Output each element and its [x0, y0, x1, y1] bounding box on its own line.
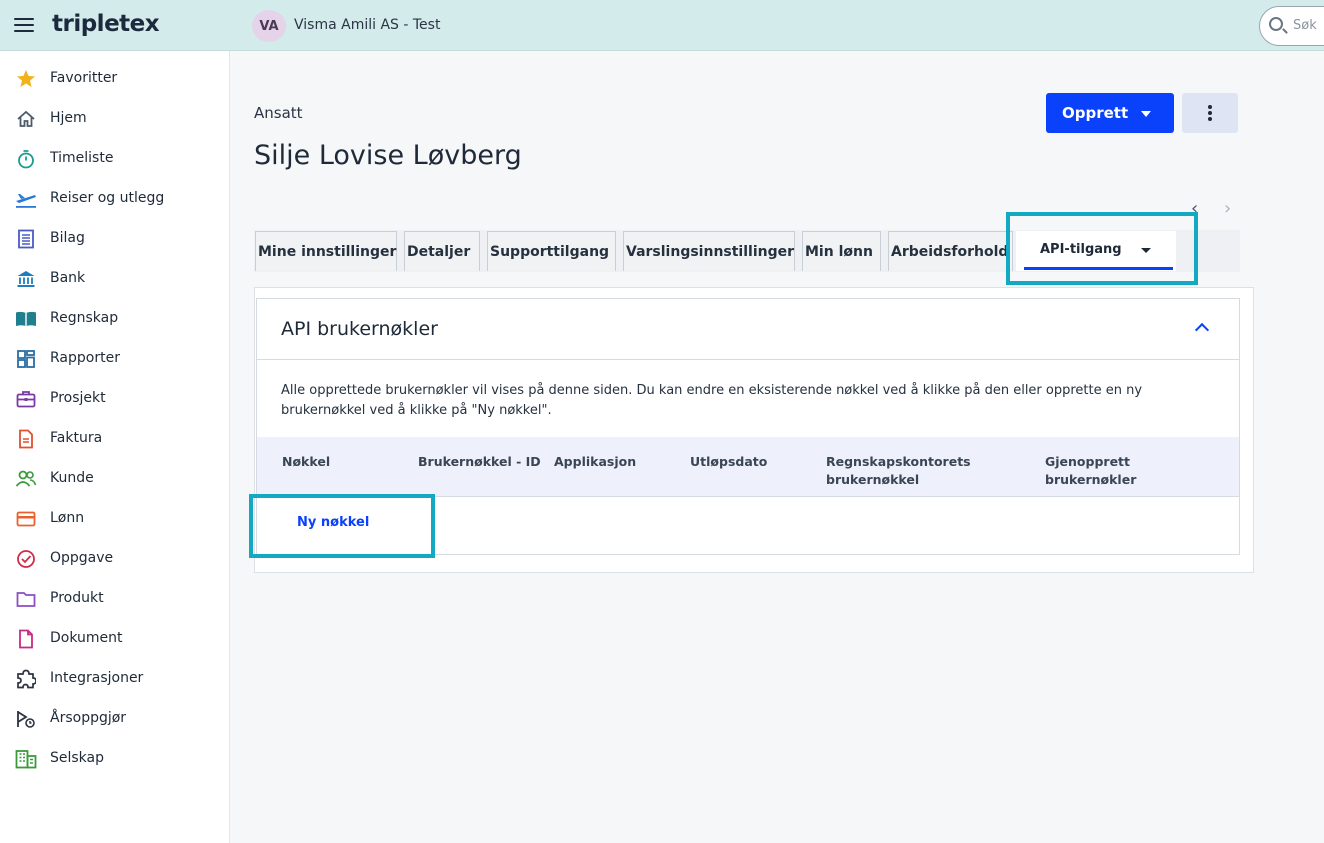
sidebar-item-reiser-og-utlegg[interactable]: Reiser og utlegg	[0, 179, 229, 219]
page-title: Silje Lovise Løvberg	[254, 140, 522, 171]
sidebar-item-oppgave[interactable]: Oppgave	[0, 539, 229, 579]
divider	[257, 359, 1239, 360]
top-bar: tripletex VA Visma Amili AS - Test Søk	[0, 0, 1324, 51]
more-options-button[interactable]	[1182, 93, 1238, 133]
people-icon	[15, 469, 37, 489]
sidebar-item-rapporter[interactable]: Rapporter	[0, 339, 229, 379]
highlight-box-tab	[1006, 212, 1198, 285]
column-header-nokkel[interactable]: Nøkkel	[282, 453, 330, 471]
sidebar-item-integrasjoner[interactable]: Integrasjoner	[0, 659, 229, 699]
tab-arbeidsforhold[interactable]: Arbeidsforhold	[888, 231, 1013, 271]
plane-icon	[15, 189, 37, 209]
home-icon	[15, 109, 37, 129]
sidebar-item-bilag[interactable]: Bilag	[0, 219, 229, 259]
building-icon	[15, 749, 37, 769]
tab-detaljer[interactable]: Detaljer	[404, 231, 480, 271]
sidebar-item-selskap[interactable]: Selskap	[0, 739, 229, 779]
sidebar-item-produkt[interactable]: Produkt	[0, 579, 229, 619]
create-button-label: Opprett	[1062, 104, 1129, 122]
tab-varslingsinnstillinger[interactable]: Varslingsinnstillinger	[623, 231, 795, 271]
year-end-icon	[15, 709, 37, 729]
folder-icon	[15, 589, 37, 609]
sidebar-item-faktura[interactable]: Faktura	[0, 419, 229, 459]
app-logo[interactable]: tripletex	[52, 11, 160, 37]
stopwatch-icon	[15, 149, 37, 169]
tab-min-lonn[interactable]: Min lønn	[802, 231, 881, 271]
sidebar: Favoritter Hjem Timeliste Reiser og utle…	[0, 51, 230, 843]
dashboard-icon	[15, 349, 37, 369]
breadcrumb[interactable]: Ansatt	[254, 104, 303, 122]
sidebar-item-lonn[interactable]: Lønn	[0, 499, 229, 539]
search-placeholder: Søk	[1293, 18, 1317, 33]
sidebar-item-kunde[interactable]: Kunde	[0, 459, 229, 499]
caret-down-icon	[1141, 111, 1151, 117]
search-icon	[1269, 17, 1283, 31]
tabs-scroll-right-icon[interactable]: ›	[1224, 198, 1231, 219]
sidebar-item-arsoppgjor[interactable]: Årsoppgjør	[0, 699, 229, 739]
sidebar-item-dokument[interactable]: Dokument	[0, 619, 229, 659]
tab-supporttilgang[interactable]: Supporttilgang	[487, 231, 616, 271]
check-circle-icon	[15, 549, 37, 569]
sidebar-item-timeliste[interactable]: Timeliste	[0, 139, 229, 179]
column-header-gjenopprett-brukernokler[interactable]: Gjenopprett brukernøkler	[1045, 453, 1136, 489]
puzzle-icon	[15, 669, 37, 689]
card-icon	[15, 509, 37, 529]
avatar[interactable]: VA	[252, 10, 286, 42]
create-button[interactable]: Opprett	[1046, 93, 1174, 133]
section-description: Alle opprettede brukernøkler vil vises p…	[281, 383, 1143, 418]
sidebar-item-hjem[interactable]: Hjem	[0, 99, 229, 139]
book-icon	[15, 309, 37, 329]
column-header-utlopsdato[interactable]: Utløpsdato	[690, 453, 767, 471]
more-vertical-icon	[1208, 105, 1212, 109]
company-name[interactable]: Visma Amili AS - Test	[294, 17, 440, 33]
highlight-box-new-key	[249, 494, 435, 558]
file-icon	[15, 629, 37, 649]
document-lines-icon	[15, 229, 37, 249]
star-icon	[15, 69, 37, 89]
bank-icon	[15, 269, 37, 289]
section-title: API brukernøkler	[281, 318, 438, 340]
briefcase-icon	[15, 389, 37, 409]
tab-mine-innstillinger[interactable]: Mine innstillinger	[255, 231, 397, 271]
sidebar-item-regnskap[interactable]: Regnskap	[0, 299, 229, 339]
search-input[interactable]: Søk	[1259, 6, 1324, 46]
menu-icon[interactable]	[14, 16, 34, 34]
invoice-icon	[15, 429, 37, 449]
sidebar-item-favoritter[interactable]: Favoritter	[0, 59, 229, 99]
sidebar-item-bank[interactable]: Bank	[0, 259, 229, 299]
column-header-regnskapskontorets-brukernokkel[interactable]: Regnskapskontorets brukernøkkel	[826, 453, 971, 489]
column-header-applikasjon[interactable]: Applikasjon	[554, 453, 636, 471]
sidebar-item-prosjekt[interactable]: Prosjekt	[0, 379, 229, 419]
column-header-brukernokkel-id[interactable]: Brukernøkkel - ID	[418, 453, 541, 471]
